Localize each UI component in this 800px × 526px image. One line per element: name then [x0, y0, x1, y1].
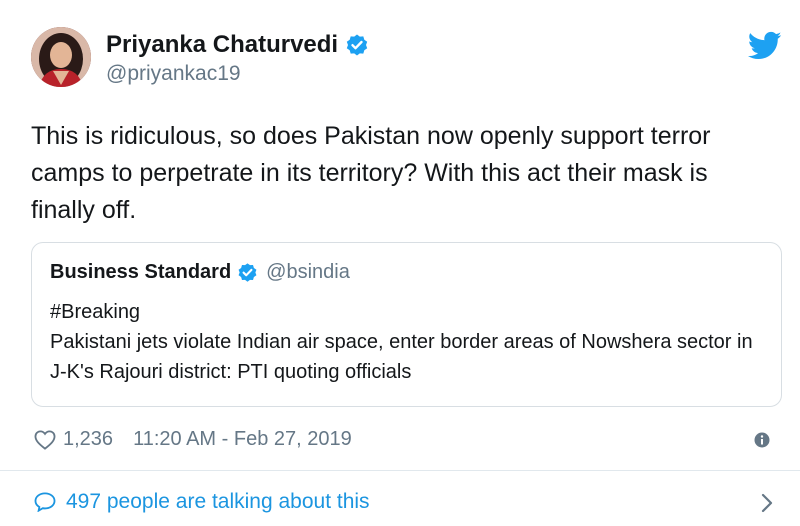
quoted-tweet-body: Pakistani jets violate Indian air space,…	[50, 331, 753, 383]
quoted-tweet-card[interactable]: Business Standard @bsindia #Breaking Pak…	[31, 242, 782, 407]
tweet-timestamp[interactable]: 11:20 AM - Feb 27, 2019	[133, 428, 352, 451]
quoted-tweet-hashtag-line: #Breaking	[50, 301, 141, 323]
verified-badge-icon	[346, 34, 368, 56]
author-name[interactable]: Priyanka Chaturvedi	[106, 31, 338, 59]
conversation-link[interactable]: 497 people are talking about this	[34, 490, 370, 514]
info-icon[interactable]	[754, 432, 770, 448]
heart-icon[interactable]	[34, 429, 56, 450]
chevron-right-icon[interactable]	[760, 492, 774, 514]
quoted-author-handle: @bsindia	[266, 261, 350, 283]
quoted-tweet-header: Business Standard @bsindia	[50, 261, 350, 284]
twitter-bird-icon[interactable]	[748, 31, 782, 61]
tweet-meta-row: 1,236 11:20 AM - Feb 27, 2019	[34, 428, 352, 451]
verified-badge-icon	[238, 263, 257, 282]
tweet-text: This is ridiculous, so does Pakistan now…	[31, 122, 711, 224]
author-name-row: Priyanka Chaturvedi	[106, 31, 369, 59]
like-count[interactable]: 1,236	[63, 428, 113, 451]
quoted-tweet-text: #Breaking Pakistani jets violate Indian …	[50, 297, 770, 387]
quoted-author-name: Business Standard	[50, 261, 232, 283]
author-handle[interactable]: @priyankac19	[106, 62, 241, 86]
conversation-count-text[interactable]: 497 people are talking about this	[66, 490, 370, 514]
divider	[0, 470, 800, 471]
speech-bubble-icon	[34, 492, 56, 512]
author-avatar[interactable]	[31, 27, 91, 87]
